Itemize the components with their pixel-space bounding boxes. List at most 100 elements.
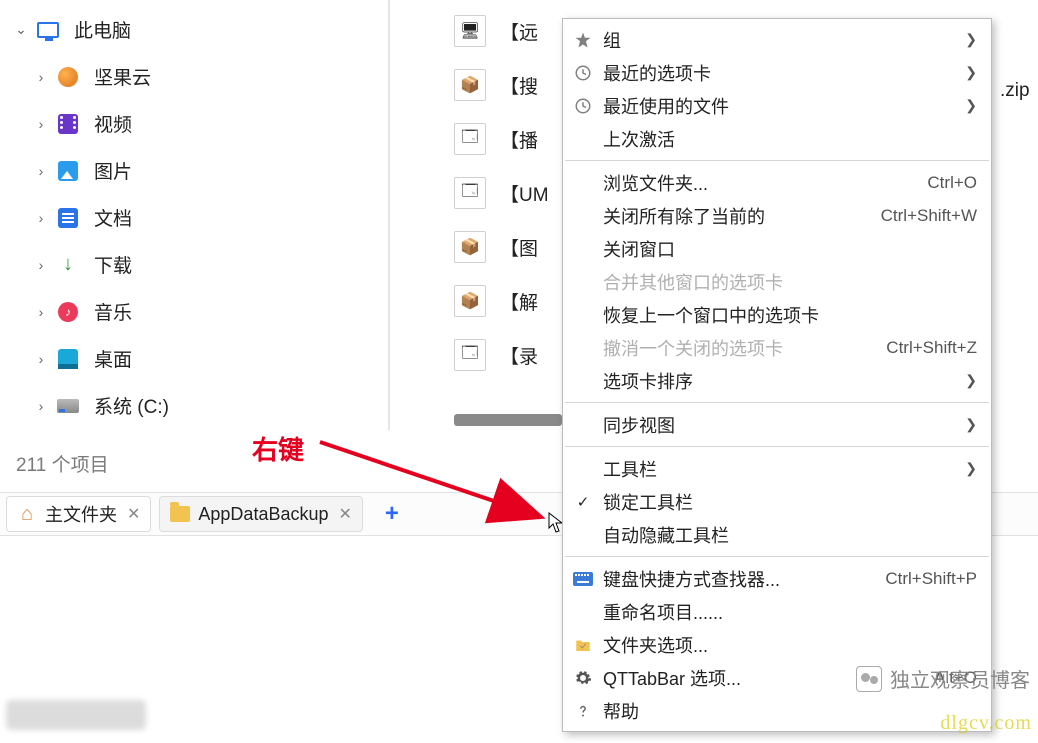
acorn-icon [56,65,80,89]
tab-label: 主文件夹 [45,501,117,527]
submenu-arrow-icon: ❯ [965,64,977,81]
wechat-icon [856,666,882,692]
menu-separator [565,402,989,403]
tree-item-label: 桌面 [94,345,132,372]
tree-item-desktop[interactable]: › 桌面 [2,335,382,382]
watermark-blog: 独立观察员博客 [856,664,1030,693]
menu-icon-spacer [571,336,595,360]
menu-item-label: 同步视图 [603,412,957,438]
submenu-arrow-icon: ❯ [965,460,977,477]
file-name: 【播 [500,126,538,153]
tree-item-drive-c[interactable]: › 系统 (C:) [2,382,382,429]
tree-item-downloads[interactable]: › ↓ 下载 [2,241,382,288]
menu-item[interactable]: 重命名项目...... [563,595,991,628]
clock-icon [571,94,595,118]
menu-item[interactable]: 键盘快捷方式查找器...Ctrl+Shift+P [563,562,991,595]
tree-item-label: 视频 [94,110,132,137]
submenu-arrow-icon: ❯ [965,372,977,389]
tree-item-videos[interactable]: › 视频 [2,100,382,147]
drive-icon [56,394,80,418]
menu-item[interactable]: 自动隐藏工具栏 [563,518,991,551]
file-name: 【图 [500,234,538,261]
document-icon [56,206,80,230]
menu-item[interactable]: 关闭窗口 [563,232,991,265]
menu-item[interactable]: 同步视图❯ [563,408,991,441]
help-icon [571,699,595,723]
submenu-arrow-icon: ❯ [965,97,977,114]
menu-item[interactable]: 选项卡排序 ❯ [563,364,991,397]
tree-root-this-pc[interactable]: ⌄ 此电脑 [2,6,382,53]
tree-root-label: 此电脑 [74,16,131,43]
menu-item: 合并其他窗口的选项卡 [563,265,991,298]
close-icon[interactable]: ✕ [339,504,352,524]
nav-tree: ⌄ 此电脑 › 坚果云 › 视频 › 图片 › 文档 › ↓ 下载 › ♪ 音乐… [0,0,390,430]
chevron-right-icon: › [32,350,50,368]
picture-icon [56,159,80,183]
menu-icon-spacer [571,237,595,261]
close-icon[interactable]: ✕ [127,504,140,524]
annotation-label: 右键 [252,430,304,467]
menu-shortcut: Ctrl+Shift+P [885,569,977,589]
check-icon: ✓ [571,493,595,511]
folder-icon [170,504,190,524]
watermark-text: 独立观察员博客 [890,664,1030,693]
menu-icon-spacer [571,270,595,294]
tree-item-music[interactable]: › ♪ 音乐 [2,288,382,335]
tab-home[interactable]: ⌂ 主文件夹 ✕ [6,496,151,532]
menu-item[interactable]: ✓ 锁定工具栏 [563,485,991,518]
menu-item-label: 选项卡排序 [603,368,957,394]
menu-item[interactable]: 关闭所有除了当前的Ctrl+Shift+W [563,199,991,232]
tab-appdatabackup[interactable]: AppDataBackup ✕ [159,496,363,532]
add-tab-button[interactable]: + [377,498,407,530]
home-icon: ⌂ [17,504,37,524]
menu-icon-spacer [571,303,595,327]
menu-item-label: 浏览文件夹... [603,170,927,196]
menu-item-label: 恢复上一个窗口中的选项卡 [603,302,977,328]
menu-item-label: 关闭窗口 [603,236,977,262]
menu-item[interactable]: 文件夹选项... [563,628,991,661]
star-icon [571,28,595,52]
menu-item[interactable]: 工具栏❯ [563,452,991,485]
tree-item-label: 下载 [94,251,132,278]
menu-item[interactable]: 浏览文件夹...Ctrl+O [563,166,991,199]
watermark-url: dlgcv.com [940,712,1032,735]
menu-item-label: 帮助 [603,698,977,724]
file-name: 【搜 [500,72,538,99]
gear-icon [571,666,595,690]
download-icon: ↓ [56,253,80,277]
menu-item-label: 锁定工具栏 [603,489,977,515]
chevron-right-icon: › [32,115,50,133]
file-name: 【录 [500,342,538,369]
chevron-down-icon: ⌄ [12,21,30,39]
monitor-icon [36,18,60,42]
tree-item-pictures[interactable]: › 图片 [2,147,382,194]
menu-shortcut: Ctrl+Shift+Z [886,338,977,358]
menu-icon-spacer [571,369,595,393]
tab-label: AppDataBackup [198,504,328,525]
tree-item-jianguoyun[interactable]: › 坚果云 [2,53,382,100]
tree-item-documents[interactable]: › 文档 [2,194,382,241]
chevron-right-icon: › [32,303,50,321]
menu-item: 撤消一个关闭的选项卡Ctrl+Shift+Z [563,331,991,364]
menu-item-label: 撤消一个关闭的选项卡 [603,335,886,361]
menu-icon-spacer [571,523,595,547]
menu-item[interactable]: 最近使用的文件❯ [563,89,991,122]
menu-item[interactable]: 上次激活 [563,122,991,155]
menu-item[interactable]: 帮助 [563,694,991,727]
app-icon: 🖥 [454,15,486,47]
folderopt-icon [571,633,595,657]
menu-item[interactable]: 恢复上一个窗口中的选项卡 [563,298,991,331]
menu-item[interactable]: 最近的选项卡❯ [563,56,991,89]
blurred-region [6,700,146,730]
menu-shortcut: Ctrl+Shift+W [881,206,977,226]
file-name: 【远 [500,18,538,45]
horizontal-scrollbar[interactable] [454,414,562,426]
chevron-right-icon: › [32,209,50,227]
menu-separator [565,446,989,447]
menu-item[interactable]: 组❯ [563,23,991,56]
app-icon: 🗔 [454,339,486,371]
keyboard-icon [571,567,595,591]
tree-item-label: 图片 [94,157,132,184]
clock-icon [571,61,595,85]
menu-separator [565,556,989,557]
